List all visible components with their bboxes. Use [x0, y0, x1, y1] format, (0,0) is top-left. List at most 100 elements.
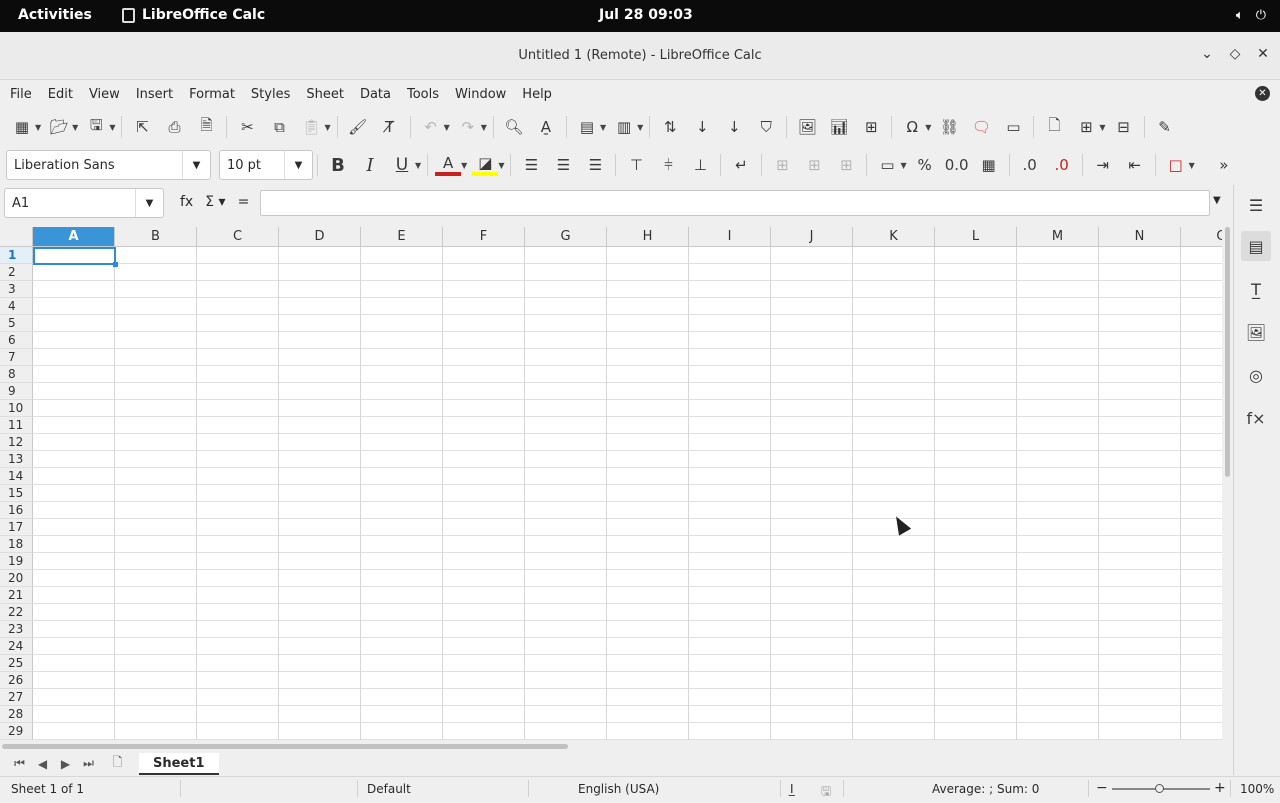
print-preview-icon[interactable]: 🗎	[193, 114, 219, 140]
menu-data[interactable]: Data	[352, 87, 399, 102]
row-dropdown-icon[interactable]: ▼	[600, 123, 606, 132]
sort-icon[interactable]: ⇅	[657, 114, 683, 140]
row-header[interactable]: 17	[0, 519, 33, 536]
background-color-icon[interactable]: ◪	[472, 154, 499, 176]
row-header[interactable]: 15	[0, 485, 33, 502]
bold-icon[interactable]: B	[325, 152, 351, 178]
underline-icon[interactable]: U	[389, 152, 415, 178]
add-sheet-icon[interactable]: 🗋	[106, 753, 129, 774]
page-style[interactable]: Default	[367, 782, 411, 796]
sort-descending-icon[interactable]: ↓	[721, 114, 747, 140]
column-header[interactable]: D	[279, 227, 361, 247]
speaker-icon[interactable]: 🔈︎	[1236, 8, 1244, 23]
menu-view[interactable]: View	[81, 87, 128, 102]
freeze-rows-columns-icon[interactable]: ⊞	[1073, 114, 1099, 140]
styles-icon[interactable]: T̲	[1241, 274, 1271, 304]
row-header[interactable]: 29	[0, 723, 33, 740]
system-tray[interactable]: 🔈︎ ⏻	[1236, 8, 1266, 23]
properties-icon[interactable]: ▤	[1241, 231, 1271, 261]
row-header[interactable]: 16	[0, 502, 33, 519]
row-header[interactable]: 14	[0, 468, 33, 485]
name-box-value[interactable]: A1	[5, 196, 135, 211]
special-character-icon[interactable]: Ω	[899, 114, 925, 140]
first-sheet-icon[interactable]: ⏮	[8, 756, 31, 771]
special-character-dropdown-icon[interactable]: ▼	[925, 123, 931, 132]
redo-dropdown-icon[interactable]: ▼	[481, 123, 487, 132]
column-header[interactable]: J	[771, 227, 853, 247]
sort-ascending-icon[interactable]: ↓	[689, 114, 715, 140]
column-header[interactable]: I	[689, 227, 771, 247]
align-right-icon[interactable]: ☰	[582, 152, 608, 178]
horizontal-scrollbar[interactable]	[0, 740, 1222, 752]
wrap-text-icon[interactable]: ↵	[728, 152, 754, 178]
menu-format[interactable]: Format	[181, 87, 243, 102]
headers-footers-icon[interactable]: ▭	[1000, 114, 1026, 140]
column-header[interactable]: H	[607, 227, 689, 247]
power-icon[interactable]: ⏻	[1256, 8, 1266, 23]
borders-dropdown-icon[interactable]: ▼	[1189, 161, 1195, 170]
merge-center-icon[interactable]: ⊞	[769, 152, 795, 178]
menu-styles[interactable]: Styles	[243, 87, 298, 102]
menu-tools[interactable]: Tools	[399, 87, 447, 102]
row-header[interactable]: 24	[0, 638, 33, 655]
function-wizard-icon[interactable]: fx	[180, 194, 193, 210]
freeze-dropdown-icon[interactable]: ▼	[1099, 123, 1105, 132]
column-header[interactable]: A	[33, 227, 115, 247]
insert-chart-icon[interactable]: 📊︎	[826, 114, 852, 140]
new-spreadsheet-icon[interactable]: ▦	[9, 114, 35, 140]
font-size-combo[interactable]: 10 pt ▼	[219, 150, 313, 180]
active-cell-cursor[interactable]	[33, 247, 118, 267]
spelling-icon[interactable]: A̱	[533, 114, 559, 140]
column-header[interactable]: L	[935, 227, 1017, 247]
zoom-in-icon[interactable]: +	[1214, 780, 1226, 796]
clear-formatting-icon[interactable]: T̸	[377, 114, 403, 140]
language[interactable]: English (USA)	[578, 782, 659, 796]
select-all-corner[interactable]	[0, 227, 33, 247]
gallery-icon[interactable]: 🖼︎	[1241, 317, 1271, 347]
column-header[interactable]: B	[115, 227, 197, 247]
sheet-tab[interactable]: Sheet1	[139, 752, 219, 775]
column-header[interactable]: M	[1017, 227, 1099, 247]
row-header[interactable]: 19	[0, 553, 33, 570]
currency-dropdown-icon[interactable]: ▼	[900, 161, 906, 170]
column-header[interactable]: O	[1181, 227, 1222, 247]
column-dropdown-icon[interactable]: ▼	[637, 123, 643, 132]
open-icon[interactable]: 📂︎	[46, 114, 72, 140]
column-header[interactable]: K	[853, 227, 935, 247]
functions-icon[interactable]: f×	[1241, 403, 1271, 433]
close-icon[interactable]: ✕	[1256, 46, 1270, 62]
paste-dropdown-icon[interactable]: ▼	[324, 123, 330, 132]
percent-format-icon[interactable]: %	[912, 152, 938, 178]
column-icon[interactable]: ▥	[611, 114, 637, 140]
merge-cells-icon[interactable]: ⊞	[801, 152, 827, 178]
row-header[interactable]: 3	[0, 281, 33, 298]
navigator-icon[interactable]: ◎	[1241, 360, 1271, 390]
row-header[interactable]: 27	[0, 689, 33, 706]
row-header[interactable]: 20	[0, 570, 33, 587]
sum-icon[interactable]: Σ ▾	[205, 194, 225, 210]
decrease-indent-icon[interactable]: ⇤	[1122, 152, 1148, 178]
font-name-value[interactable]: Liberation Sans	[7, 158, 182, 173]
row-header[interactable]: 23	[0, 621, 33, 638]
toolbar-overflow-icon[interactable]: »	[1211, 152, 1237, 178]
row-header[interactable]: 12	[0, 434, 33, 451]
delete-decimal-icon[interactable]: .0	[1049, 152, 1075, 178]
last-sheet-icon[interactable]: ⏭	[77, 756, 100, 771]
column-header[interactable]: C	[197, 227, 279, 247]
row-header[interactable]: 18	[0, 536, 33, 553]
italic-icon[interactable]: I	[357, 152, 383, 178]
cell-area[interactable]	[33, 247, 1222, 740]
activities-button[interactable]: Activities	[18, 7, 92, 23]
split-window-icon[interactable]: ⊟	[1111, 114, 1137, 140]
menu-file[interactable]: File	[2, 87, 40, 102]
column-header[interactable]: N	[1099, 227, 1181, 247]
row-header[interactable]: 2	[0, 264, 33, 281]
expand-formula-bar-icon[interactable]: ▼	[1213, 195, 1221, 206]
column-header[interactable]: G	[525, 227, 607, 247]
open-dropdown-icon[interactable]: ▼	[72, 123, 78, 132]
print-icon[interactable]: ⎙	[161, 114, 187, 140]
next-sheet-icon[interactable]: ▶	[54, 757, 77, 771]
export-pdf-icon[interactable]: ⇱	[129, 114, 155, 140]
find-replace-icon[interactable]: 🔍︎	[501, 114, 527, 140]
menu-insert[interactable]: Insert	[128, 87, 181, 102]
